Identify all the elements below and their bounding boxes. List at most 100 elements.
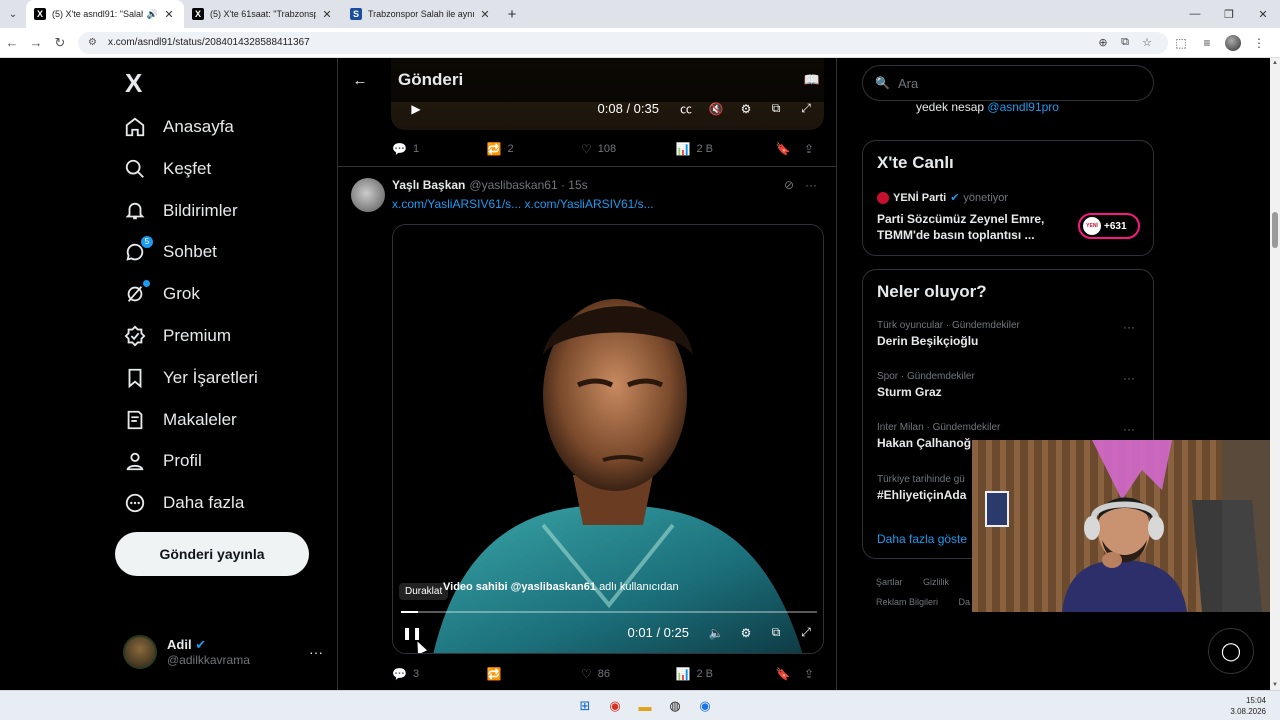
sidebar-item-premium[interactable]: Premium xyxy=(123,316,231,356)
captions-icon[interactable]: ㏄ xyxy=(671,100,701,117)
fullscreen-icon[interactable]: ⤢ xyxy=(791,625,821,640)
views-button[interactable]: 📊 2 B xyxy=(676,667,771,681)
views-button[interactable]: 📊 2 B xyxy=(676,142,771,156)
tab-close-icon[interactable]: ✕ xyxy=(320,8,334,21)
browser-tab-2[interactable]: X (5) X'te 61saat: "Trabzonspor Salah" /… xyxy=(184,0,342,28)
repost-button[interactable]: 🔁 2 xyxy=(487,142,582,156)
settings-icon[interactable]: ⚙ xyxy=(731,102,761,116)
sidebar-item-articles[interactable]: Makaleler xyxy=(123,400,237,440)
back-icon[interactable]: ← xyxy=(0,35,24,50)
zoom-icon[interactable]: ⊕ xyxy=(1092,36,1114,49)
video-progress-bar[interactable] xyxy=(401,611,817,613)
footer-link[interactable]: Şartlar xyxy=(876,577,903,587)
more-dots-icon[interactable]: ··· xyxy=(1123,320,1135,334)
chrome-icon[interactable]: ◉ xyxy=(690,695,720,717)
share-icon[interactable]: ⇪ xyxy=(796,142,822,156)
settings-icon[interactable]: ⚙ xyxy=(731,626,761,640)
chrome-icon[interactable]: ◉ xyxy=(600,695,630,717)
play-icon[interactable]: ▶ xyxy=(401,102,431,116)
footer-link[interactable]: Da xyxy=(959,597,971,607)
volume-icon[interactable]: 🔈 xyxy=(701,626,731,640)
page-scrollbar[interactable]: ▲ ▼ xyxy=(1270,58,1280,690)
windows-start-icon[interactable]: ⊞ xyxy=(570,695,600,717)
scroll-down-icon[interactable]: ▼ xyxy=(1270,682,1280,688)
search-input[interactable]: 🔍 Ara xyxy=(862,65,1154,101)
bookmark-star-icon[interactable]: ☆ xyxy=(1136,36,1158,49)
repost-button[interactable]: 🔁 xyxy=(487,667,582,681)
share-icon[interactable]: ⇪ xyxy=(796,667,822,681)
tab-close-icon[interactable]: ✕ xyxy=(478,8,492,21)
reload-icon[interactable]: ↻ xyxy=(48,35,72,51)
site-info-icon[interactable]: ⚙ xyxy=(88,37,102,48)
install-icon[interactable]: ⧉ xyxy=(1114,36,1136,49)
tweet-links[interactable]: x.com/YasliARSIV61/s... x.com/YasliARSIV… xyxy=(392,197,654,211)
system-clock[interactable]: 15:04 3.08.2026 xyxy=(1230,695,1266,717)
caption-handle[interactable]: @yaslibaskan61 xyxy=(511,581,596,593)
backup-mention[interactable]: @asndl91pro xyxy=(987,100,1059,114)
account-switcher[interactable]: Adil ✔ @adilkkavrama ··· xyxy=(123,630,323,674)
browser-tab-1[interactable]: X (5) X'te asndl91: "Salah geliyor" / X … xyxy=(26,0,184,28)
close-window-icon[interactable]: ✕ xyxy=(1246,8,1280,21)
scrollbar-thumb[interactable] xyxy=(1272,212,1278,248)
sidebar-item-home[interactable]: Anasayfa xyxy=(123,107,234,147)
like-button[interactable]: ♡ 86 xyxy=(581,667,676,681)
sidebar-item-grok[interactable]: Grok xyxy=(123,274,200,314)
live-topic[interactable]: Parti Sözcümüz Zeynel Emre, TBMM'de bası… xyxy=(877,211,1067,243)
sidebar-item-chat[interactable]: 5 Sohbet xyxy=(123,232,217,272)
new-tab-button[interactable]: + xyxy=(500,6,524,23)
back-arrow-icon[interactable]: ← xyxy=(338,72,382,89)
reader-mode-icon[interactable]: 📖 xyxy=(804,72,820,88)
messages-fab-icon[interactable]: ◯ xyxy=(1208,628,1254,674)
footer-link[interactable]: Reklam Bilgileri xyxy=(876,597,938,607)
browser-tab-3[interactable]: S Trabzonspor Salah ile aynı uçakta ✕ xyxy=(342,0,500,28)
live-host-row[interactable]: YENİ Parti ✔ yönetiyor xyxy=(877,191,1008,204)
sidebar-item-notifications[interactable]: Bildirimler xyxy=(123,191,238,231)
sidebar-item-profile[interactable]: Profil xyxy=(123,441,202,481)
tweet-author-handle[interactable]: @yaslibaskan61 xyxy=(469,178,557,192)
pip-icon[interactable]: ⧉ xyxy=(761,101,791,116)
url-field[interactable]: ⚙ x.com/asndl91/status/20840143285884113… xyxy=(78,31,1168,54)
restore-icon[interactable]: ❐ xyxy=(1212,8,1246,21)
pause-icon[interactable]: ❚❚ xyxy=(397,626,427,640)
avatar[interactable] xyxy=(351,178,385,212)
tab-close-icon[interactable]: ✕ xyxy=(162,8,176,21)
show-more-link[interactable]: Daha fazla göste xyxy=(877,532,967,546)
sidebar-item-more[interactable]: Daha fazla xyxy=(123,483,244,523)
fullscreen-icon[interactable]: ⤢ xyxy=(791,101,821,116)
browser-menu-icon[interactable]: ⋮ xyxy=(1246,36,1272,50)
trend-item[interactable]: Spor · Gündemdekiler Sturm Graz ··· xyxy=(877,371,1141,399)
obs-icon[interactable]: ◍ xyxy=(660,695,690,717)
tweet-time[interactable]: 15s xyxy=(568,178,587,192)
more-dots-icon[interactable]: ··· xyxy=(1123,422,1135,436)
reply-button[interactable]: 💬 3 xyxy=(392,667,487,681)
forward-icon[interactable]: → xyxy=(24,35,48,50)
muted-icon[interactable]: 🔇 xyxy=(701,102,731,116)
pip-icon[interactable]: ⧉ xyxy=(761,625,791,640)
caption-prefix: Video sahibi xyxy=(443,581,508,593)
video-player[interactable]: Duraklat Video sahibi @yaslibaskan61 adl… xyxy=(392,224,824,654)
trend-item[interactable]: Türk oyuncular · Gündemdekiler Derin Beş… xyxy=(877,320,1141,348)
sidebar-item-explore[interactable]: Keşfet xyxy=(123,149,211,189)
like-button[interactable]: ♡ 108 xyxy=(581,142,676,156)
more-dots-icon[interactable]: ··· xyxy=(309,644,323,660)
post-button[interactable]: Gönderi yayınla xyxy=(115,532,309,576)
footer-link[interactable]: Gizlilik xyxy=(923,577,949,587)
file-explorer-icon[interactable]: ▬ xyxy=(630,695,660,717)
reply-button[interactable]: 💬 1 xyxy=(392,142,487,156)
browser-profile-avatar[interactable] xyxy=(1225,34,1241,51)
bookmark-icon[interactable]: 🔖 xyxy=(770,142,796,156)
media-control-icon[interactable]: ≡ xyxy=(1194,36,1220,50)
live-listeners-button[interactable]: YENİ +631 xyxy=(1078,213,1140,239)
more-dots-icon[interactable]: ··· xyxy=(800,178,822,192)
tab-search-icon[interactable]: ⌄ xyxy=(0,0,26,28)
minimize-icon[interactable]: — xyxy=(1178,8,1212,21)
sidebar-item-bookmarks[interactable]: Yer İşaretleri xyxy=(123,358,258,398)
scroll-up-icon[interactable]: ▲ xyxy=(1270,60,1280,66)
more-dots-icon[interactable]: ··· xyxy=(1123,371,1135,385)
x-logo-icon[interactable]: X xyxy=(125,68,142,99)
tab-audio-icon[interactable]: 🔊 xyxy=(147,9,158,20)
extensions-icon[interactable]: ⬚ xyxy=(1168,36,1194,50)
tweet-author-name[interactable]: Yaşlı Başkan xyxy=(392,178,465,192)
bookmark-icon[interactable]: 🔖 xyxy=(770,667,796,681)
grok-icon[interactable]: ⊘ xyxy=(778,178,800,192)
